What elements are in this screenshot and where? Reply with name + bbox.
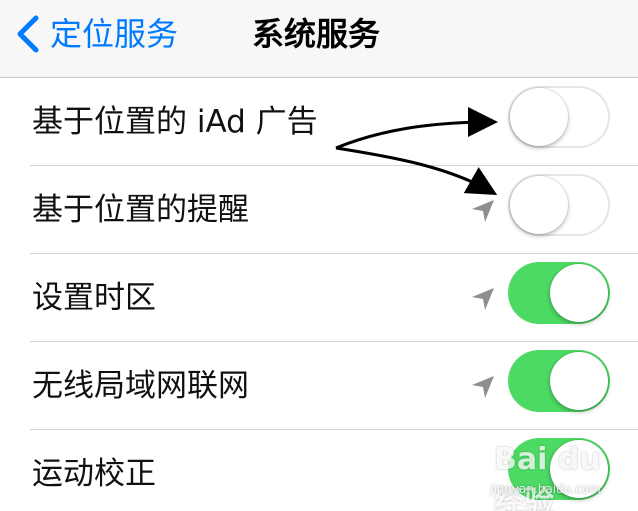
page-title: 系统服务 (252, 15, 381, 53)
row-label: 运动校正 (32, 456, 156, 492)
reminders-toggle[interactable] (508, 174, 610, 236)
services-list: 基于位置的 iAd 广告 基于位置的提醒 设置时区 无线局域网联网 运动校正 (0, 78, 638, 511)
toggle-knob (550, 264, 608, 322)
row-label: 无线局域网联网 (32, 368, 249, 404)
location-arrow-icon (472, 288, 494, 310)
list-item-time-zone: 设置时区 (0, 254, 638, 342)
system-services-screen: 定位服务 系统服务 基于位置的 iAd 广告 基于位置的提醒 设置时区 无线局域… (0, 0, 638, 511)
list-item-motion-calibration: 运动校正 (0, 430, 638, 511)
wifi-networking-toggle[interactable] (508, 350, 610, 412)
row-label: 基于位置的 iAd 广告 (32, 104, 318, 140)
chevron-left-icon (17, 15, 39, 53)
toggle-knob (550, 352, 608, 410)
list-item-reminders: 基于位置的提醒 (0, 166, 638, 254)
location-arrow-icon (472, 376, 494, 398)
toggle-knob (550, 440, 608, 498)
back-label: 定位服务 (50, 15, 179, 53)
time-zone-toggle[interactable] (508, 262, 610, 324)
row-label: 设置时区 (32, 280, 156, 316)
toggle-knob (510, 88, 568, 146)
toggle-knob (510, 176, 568, 234)
navigation-bar: 定位服务 系统服务 (0, 0, 638, 78)
row-label: 基于位置的提醒 (32, 192, 249, 228)
iad-toggle[interactable] (508, 86, 610, 148)
motion-calibration-toggle[interactable] (508, 438, 610, 500)
back-button[interactable]: 定位服务 (12, 12, 178, 56)
list-item-iad: 基于位置的 iAd 广告 (0, 78, 638, 166)
list-item-wifi-networking: 无线局域网联网 (0, 342, 638, 430)
location-arrow-icon (472, 200, 494, 222)
